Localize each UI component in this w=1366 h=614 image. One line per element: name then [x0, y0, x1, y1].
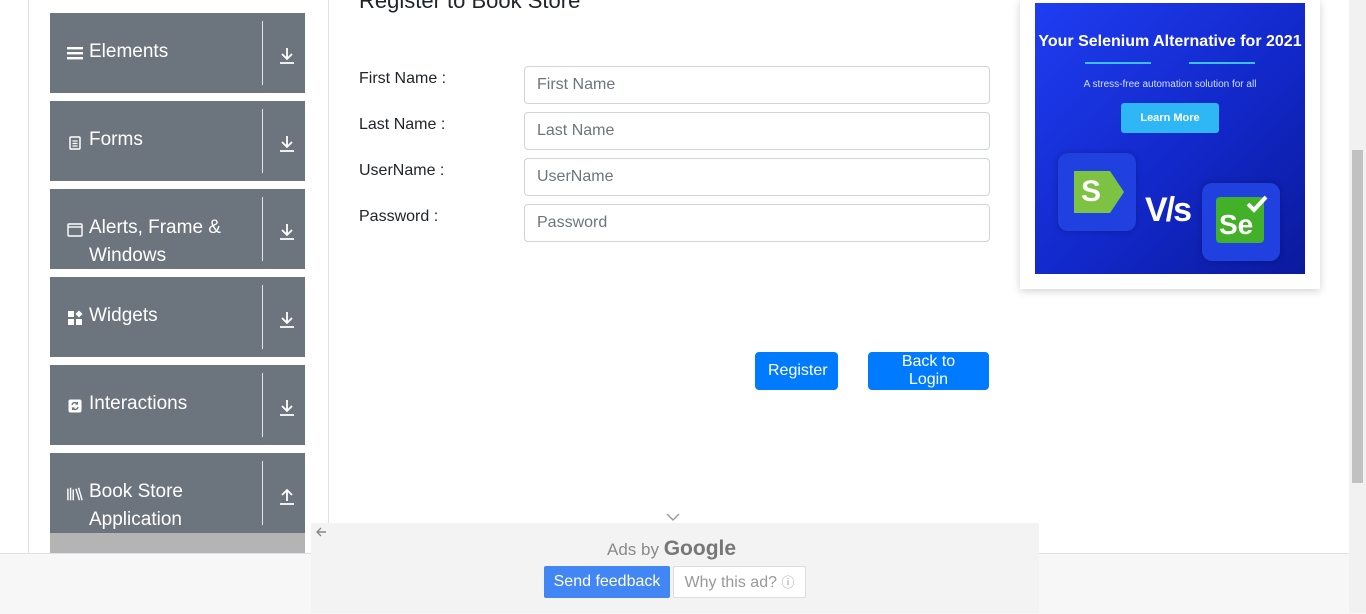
ad-decor-line [1189, 62, 1255, 64]
download-arrow-icon[interactable] [278, 46, 296, 66]
group-widgets[interactable]: Widgets [50, 277, 305, 357]
info-icon: ⓘ [781, 575, 795, 590]
versus-text: V/s [1145, 191, 1192, 229]
books-icon [67, 486, 83, 502]
ad-title: Your Selenium Alternative for 2021 [1038, 33, 1302, 50]
last-name-input[interactable] [524, 112, 990, 150]
send-feedback-button[interactable]: Send feedback [544, 566, 670, 598]
download-arrow-icon[interactable] [278, 222, 296, 242]
download-arrow-icon[interactable] [278, 398, 296, 418]
group-alerts-frame-windows[interactable]: Alerts, Frame & Windows [50, 189, 305, 269]
page-title: Register to Book Store [359, 0, 581, 13]
why-this-ad-label: Why this ad? [684, 574, 777, 591]
username-input[interactable] [524, 158, 990, 196]
download-arrow-icon[interactable] [278, 310, 296, 330]
password-label: Password : [359, 208, 439, 225]
side-ad-banner[interactable]: Your Selenium Alternative for 2021 A str… [1035, 3, 1305, 274]
group-label: Forms [89, 129, 143, 150]
ads-by-google: Ads by Google [607, 537, 736, 561]
group-label: Book Store Application [89, 481, 183, 530]
download-arrow-icon[interactable] [278, 134, 296, 154]
selenium-logo-letters: Se [1219, 209, 1254, 240]
first-name-label: First Name : [359, 70, 447, 87]
learn-more-button[interactable]: Learn More [1121, 103, 1219, 133]
katalon-logo-letter: S [1081, 175, 1102, 208]
separator [262, 461, 263, 525]
chevron-down-icon[interactable] [666, 509, 680, 521]
separator [262, 21, 263, 85]
group-label: Elements [89, 41, 169, 62]
group-book-store-application[interactable]: Book Store Application [50, 453, 305, 533]
register-button[interactable]: Register [755, 352, 838, 390]
upload-arrow-icon[interactable] [278, 486, 296, 506]
window-icon [67, 222, 83, 238]
refresh-icon [67, 398, 83, 414]
back-to-login-button[interactable]: Back to Login [868, 352, 989, 390]
katalon-logo: S [1058, 153, 1136, 231]
ad-decor-line [1085, 62, 1151, 64]
group-label: Alerts, Frame & Windows [89, 217, 221, 266]
bottom-ad-overlay: Ads by Google Send feedback Why this ad?… [311, 523, 1039, 613]
separator [262, 197, 263, 261]
group-elements[interactable]: Elements [50, 13, 305, 93]
separator [262, 109, 263, 173]
group-label: Interactions [89, 393, 188, 414]
ad-subtitle: A stress-free automation solution for al… [1083, 79, 1257, 90]
document-icon [67, 135, 83, 151]
why-this-ad-button[interactable]: Why this ad? ⓘ [673, 566, 806, 598]
ads-by-label: Ads by [607, 540, 659, 559]
separator [262, 285, 263, 349]
widgets-icon [67, 310, 83, 326]
username-label: UserName : [359, 162, 445, 179]
hamburger-icon [67, 45, 83, 61]
password-input[interactable] [524, 204, 990, 242]
first-name-input[interactable] [524, 66, 990, 104]
selenium-logo: Se [1202, 183, 1280, 261]
sidebar-submenu [50, 533, 305, 553]
separator [262, 373, 263, 437]
left-border [28, 0, 29, 553]
google-wordmark: Google [663, 537, 737, 560]
back-arrow-icon[interactable] [315, 525, 327, 537]
group-interactions[interactable]: Interactions [50, 365, 305, 445]
last-name-label: Last Name : [359, 116, 446, 133]
group-forms[interactable]: Forms [50, 101, 305, 181]
content-divider [328, 0, 329, 553]
group-label: Widgets [89, 305, 158, 326]
scrollbar-thumb[interactable] [1352, 150, 1363, 483]
